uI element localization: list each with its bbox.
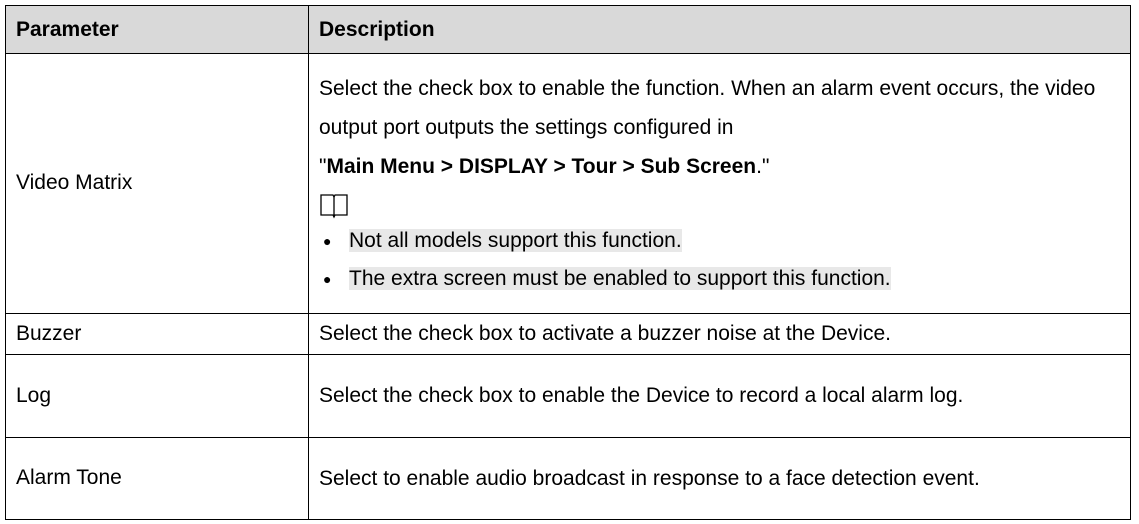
quote-close: ." xyxy=(756,154,770,178)
param-video-matrix: Video Matrix xyxy=(5,53,309,314)
table-row: Buzzer Select the check box to activate … xyxy=(5,312,1131,356)
desc-alarm-tone: Select to enable audio broadcast in resp… xyxy=(308,436,1131,521)
table-header-row: Parameter Description xyxy=(5,5,1131,54)
bullet-icon: ● xyxy=(323,232,332,249)
table-row: Alarm Tone Select to enable audio broadc… xyxy=(5,436,1131,521)
notes-list: ● Not all models support this function. ●… xyxy=(319,222,1120,298)
header-description: Description xyxy=(308,5,1131,54)
param-alarm-tone: Alarm Tone xyxy=(5,436,309,521)
note-text: Not all models support this function. xyxy=(349,228,682,252)
bullet-icon: ● xyxy=(323,270,332,287)
desc-video-matrix: Select the check box to enable the funct… xyxy=(308,53,1131,314)
desc-text: Select the check box to enable the funct… xyxy=(319,76,1096,139)
menu-path: "Main Menu > DISPLAY > Tour > Sub Screen… xyxy=(319,155,769,178)
header-parameter: Parameter xyxy=(5,5,309,54)
list-item: ● Not all models support this function. xyxy=(319,222,1120,260)
parameter-table: Parameter Description Video Matrix Selec… xyxy=(5,5,1131,521)
desc-log: Select the check box to enable the Devic… xyxy=(308,354,1131,438)
table-row: Log Select the check box to enable the D… xyxy=(5,354,1131,438)
book-icon xyxy=(320,194,348,219)
note-text: The extra screen must be enabled to supp… xyxy=(349,266,891,290)
table-row: Video Matrix Select the check box to ena… xyxy=(5,53,1131,314)
document-page: Parameter Description Video Matrix Selec… xyxy=(0,0,1139,524)
param-buzzer: Buzzer xyxy=(5,312,309,356)
desc-buzzer: Select the check box to activate a buzze… xyxy=(308,312,1131,356)
param-log: Log xyxy=(5,354,309,438)
list-item: ● The extra screen must be enabled to sup… xyxy=(319,260,1120,298)
menu-path-bold: Main Menu > DISPLAY > Tour > Sub Screen xyxy=(326,154,757,178)
